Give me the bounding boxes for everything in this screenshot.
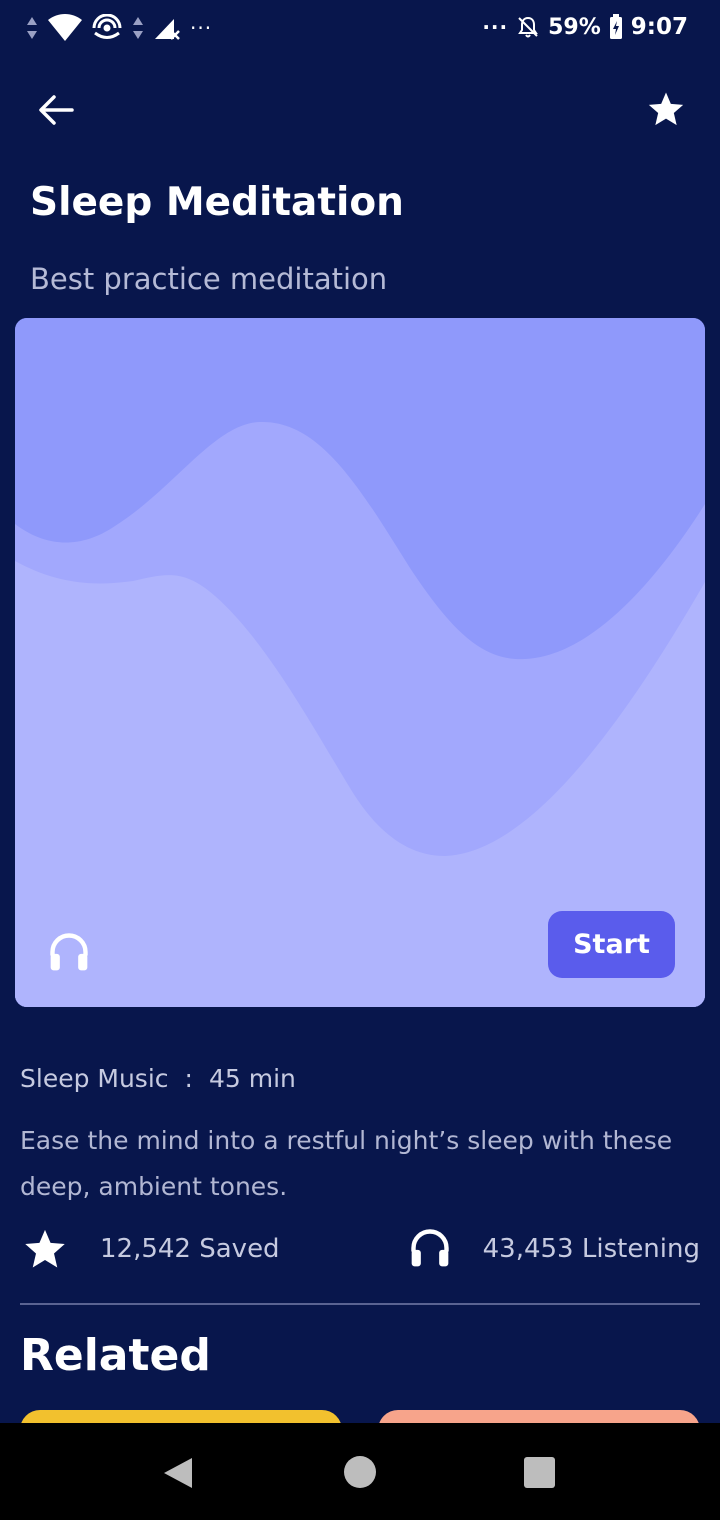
back-button[interactable] xyxy=(34,88,78,132)
battery-charging-icon xyxy=(609,14,622,39)
arrow-left-icon xyxy=(39,95,74,125)
favorite-button[interactable] xyxy=(644,88,688,132)
square-recents-icon[interactable] xyxy=(524,1457,555,1488)
more-dots-icon: ··· xyxy=(482,15,509,39)
wifi-icon xyxy=(48,14,82,41)
page-subtitle: Best practice meditation xyxy=(30,262,388,296)
hotspot-icon xyxy=(92,14,122,39)
page-title: Sleep Meditation xyxy=(30,180,404,225)
track-info: Sleep Music : 45 min xyxy=(20,1064,296,1093)
star-icon xyxy=(648,92,684,126)
more-dots-icon: ··· xyxy=(190,16,213,40)
track-description: Ease the mind into a restful night’s sle… xyxy=(20,1126,673,1201)
listening-count: 43,453 Listening xyxy=(482,1234,700,1264)
triangle-back-icon[interactable] xyxy=(160,1455,196,1491)
signal-no-service-icon xyxy=(155,19,180,40)
data-arrows-icon xyxy=(133,17,143,39)
start-button[interactable]: Start xyxy=(548,911,675,978)
battery-percent: 59% xyxy=(548,14,601,40)
related-heading: Related xyxy=(20,1330,211,1381)
system-nav-bar xyxy=(0,1423,720,1520)
circle-home-icon[interactable] xyxy=(344,1456,376,1488)
headphones-icon xyxy=(411,1229,449,1267)
headphones-icon xyxy=(50,933,88,971)
status-bar: ··· ··· 59% 9:07 xyxy=(0,0,720,64)
track-category: Sleep Music xyxy=(20,1064,169,1093)
status-icons-left: ··· xyxy=(26,14,212,42)
clock-time: 9:07 xyxy=(630,14,688,40)
alarm-off-icon xyxy=(518,16,538,38)
section-divider xyxy=(20,1303,700,1305)
star-icon xyxy=(25,1229,65,1268)
data-arrows-icon xyxy=(27,17,37,39)
wave-illustration xyxy=(15,318,705,1007)
saved-count: 12,542 Saved xyxy=(100,1234,280,1264)
status-icons-right: ··· 59% 9:07 xyxy=(482,14,688,40)
hero-card: Start xyxy=(15,318,705,1007)
info-separator: : xyxy=(184,1064,193,1093)
track-duration: 45 min xyxy=(208,1064,296,1093)
stats-row: 12,542 Saved 43,453 Listening xyxy=(20,1224,700,1276)
